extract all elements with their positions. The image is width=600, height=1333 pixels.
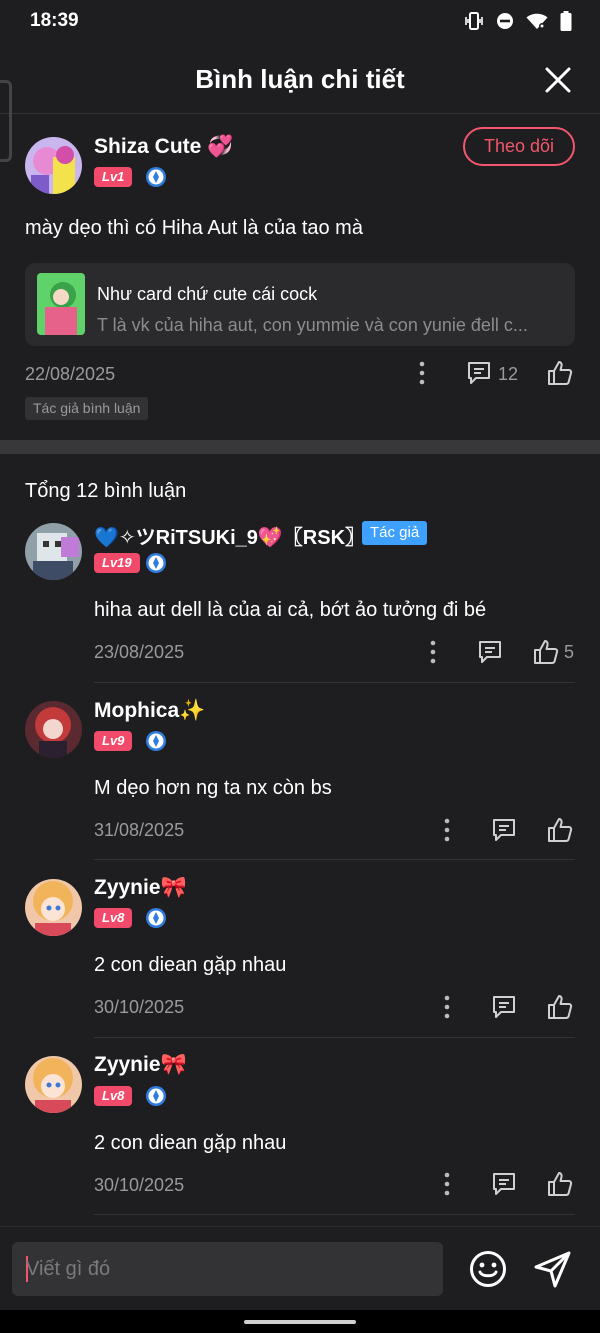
home-gesture-handle[interactable] (244, 1320, 356, 1324)
section-separator (0, 440, 600, 454)
more-options-button[interactable] (412, 361, 432, 385)
comment-divider (94, 682, 575, 683)
follow-button[interactable]: Theo dõi (463, 127, 575, 166)
quote-thumbnail (37, 273, 85, 335)
comment-divider (94, 1037, 575, 1038)
more-vertical-icon (423, 640, 443, 664)
comment-divider (94, 1214, 575, 1215)
comment-composer (0, 1226, 600, 1310)
comment-date: 31/08/2025 (94, 820, 185, 840)
emoji-button[interactable] (469, 1250, 507, 1288)
more-vertical-icon (412, 361, 432, 385)
thumbs-up-icon (546, 816, 574, 844)
like-count: 5 (564, 642, 575, 662)
like-button[interactable] (546, 993, 574, 1021)
more-options-button[interactable] (437, 1172, 457, 1196)
comment-icon (491, 817, 517, 843)
comment-text: 2 con diean gặp nhau (94, 954, 287, 976)
avatar[interactable] (25, 137, 82, 194)
comment-author-tag: Tác giả bình luận (25, 397, 149, 420)
wifi-icon (526, 12, 548, 30)
comment-text: hiha aut dell là của ai cả, bớt ảo tưởng… (94, 599, 487, 621)
more-options-button[interactable] (423, 640, 443, 664)
like-button[interactable] (546, 816, 574, 844)
post-date: 22/08/2025 (25, 364, 116, 384)
comment-username[interactable]: 💙✧ツRiTSUKi_9💖〖RSK〗 (94, 521, 365, 550)
comment-input-container[interactable] (12, 1242, 443, 1296)
author-badge: Tác giả (362, 521, 428, 545)
close-icon (544, 67, 572, 98)
post-username[interactable]: Shiza Cute 💞 (94, 135, 233, 159)
more-options-button[interactable] (437, 995, 457, 1019)
comment-icon (491, 994, 517, 1020)
comment-date: 30/10/2025 (94, 1175, 185, 1195)
rank-icon (145, 907, 167, 929)
comment-username[interactable]: Mophica✨ (94, 699, 205, 723)
send-button[interactable] (533, 1249, 573, 1289)
quote-title: Như card chứ cute cái cock (97, 284, 318, 304)
rank-icon (145, 730, 167, 752)
post-text: mày dẹo thì có Hiha Aut là của tao mà (25, 217, 363, 239)
comment-date: 30/10/2025 (94, 997, 185, 1017)
total-comments: Tổng 12 bình luận (25, 480, 187, 502)
comment-icon (477, 639, 503, 665)
comment-icon (491, 1171, 517, 1197)
reply-button[interactable] (466, 360, 492, 386)
comment-divider (94, 859, 575, 860)
comment-input[interactable] (26, 1242, 426, 1296)
level-badge: Lv19 (94, 553, 140, 573)
more-options-button[interactable] (437, 818, 457, 842)
reply-button[interactable] (491, 817, 517, 843)
page-title: Bình luận chi tiết (195, 64, 405, 94)
status-bar: 18:39 (0, 0, 600, 44)
level-badge: Lv9 (94, 731, 133, 751)
avatar[interactable] (25, 523, 82, 580)
quoted-card[interactable]: Như card chứ cute cái cock T là vk của h… (25, 263, 575, 346)
level-badge: Lv1 (94, 167, 133, 187)
close-button[interactable] (544, 66, 572, 94)
comment-date: 23/08/2025 (94, 642, 185, 662)
level-badge: Lv8 (94, 908, 133, 928)
more-vertical-icon (437, 995, 457, 1019)
avatar[interactable] (25, 701, 82, 758)
rank-icon (145, 552, 167, 574)
vibrate-icon (464, 11, 484, 31)
like-button[interactable] (546, 359, 574, 387)
thumbs-up-icon (532, 638, 560, 666)
rank-icon (145, 1085, 167, 1107)
reply-count: 12 (498, 364, 519, 384)
more-vertical-icon (437, 1172, 457, 1196)
avatar[interactable] (25, 879, 82, 936)
comment-text: 2 con diean gặp nhau (94, 1132, 287, 1154)
more-vertical-icon (437, 818, 457, 842)
reply-button[interactable] (491, 994, 517, 1020)
rank-icon (145, 166, 167, 188)
thumbs-up-icon (546, 1170, 574, 1198)
do-not-disturb-icon (496, 12, 514, 30)
avatar[interactable] (25, 1056, 82, 1113)
comment-username[interactable]: Zyynie🎀 (94, 876, 187, 900)
navigation-bar (0, 1310, 600, 1333)
comment-text: M dẹo hơn ng ta nx còn bs (94, 777, 332, 799)
header: Bình luận chi tiết (0, 44, 600, 162)
like-button[interactable] (546, 1170, 574, 1198)
level-badge: Lv8 (94, 1086, 133, 1106)
like-button[interactable] (532, 638, 560, 666)
reply-button[interactable] (477, 639, 503, 665)
status-time: 18:39 (30, 10, 79, 31)
quote-subtitle: T là vk của hiha aut, con yummie và con … (97, 315, 528, 335)
emoji-icon (469, 1250, 507, 1288)
comment-icon (466, 360, 492, 386)
send-icon (533, 1249, 573, 1289)
thumbs-up-icon (546, 993, 574, 1021)
reply-button[interactable] (491, 1171, 517, 1197)
battery-icon (560, 11, 572, 31)
thumbs-up-icon (546, 359, 574, 387)
status-icons (464, 11, 572, 31)
comment-username[interactable]: Zyynie🎀 (94, 1053, 187, 1077)
